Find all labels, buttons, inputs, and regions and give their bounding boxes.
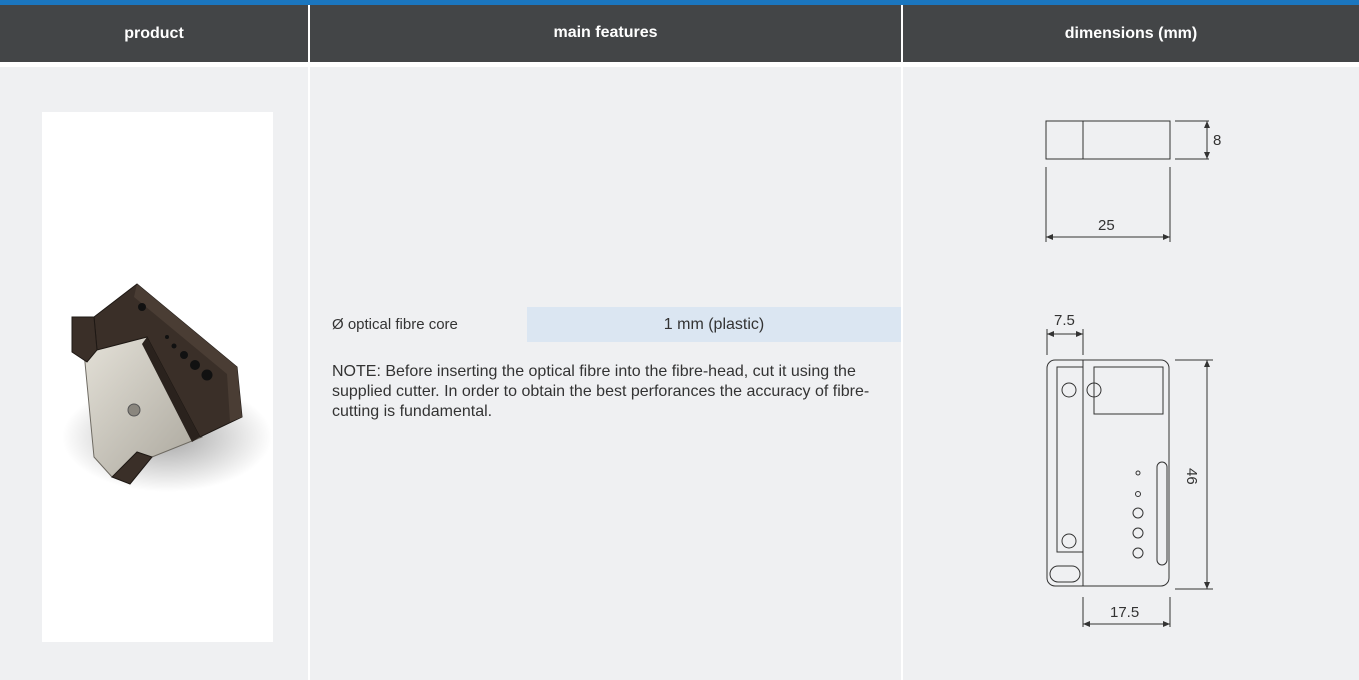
front-view-slot — [1049, 565, 1081, 583]
header-product: product — [0, 5, 308, 62]
dimensions-cell: 8 25 7.5 46 17.5 — [903, 67, 1359, 680]
header-dimensions: dimensions (mm) — [903, 5, 1359, 62]
table-header: product main features dimensions (mm) — [0, 5, 1359, 62]
fibre-cutter-icon — [62, 283, 272, 492]
header-main-features-label: main features — [553, 24, 658, 41]
feature-note: NOTE: Before inserting the optical fibre… — [332, 363, 870, 420]
header-main-features: main features — [310, 5, 901, 62]
table-row: Ø optical fibre core 1 mm (plastic) NOTE… — [0, 67, 1359, 680]
dim-top-height: 8 — [1213, 132, 1221, 149]
feature-value: 1 mm (plastic) — [527, 307, 901, 342]
dim-front-width: 17.5 — [1110, 604, 1139, 621]
header-dimensions-label: dimensions (mm) — [1064, 24, 1198, 42]
dim-top-width: 25 — [1098, 217, 1115, 234]
dim-front-height: 46 — [1183, 468, 1200, 485]
product-cell — [0, 67, 308, 680]
dim-front-offset: 7.5 — [1054, 312, 1075, 329]
front-view-rail — [1056, 366, 1084, 553]
top-view-outline — [1045, 120, 1171, 160]
front-view-window — [1093, 366, 1164, 415]
front-view-fibre-slot — [1156, 461, 1168, 566]
feature-row-fibre-core: Ø optical fibre core 1 mm (plastic) — [332, 307, 901, 342]
features-cell: Ø optical fibre core 1 mm (plastic) NOTE… — [310, 67, 901, 680]
dimension-drawing: 8 25 7.5 46 17.5 — [1045, 120, 1221, 627]
product-photo — [42, 112, 273, 642]
header-product-label: product — [124, 24, 184, 42]
feature-label: Ø optical fibre core — [332, 316, 458, 333]
